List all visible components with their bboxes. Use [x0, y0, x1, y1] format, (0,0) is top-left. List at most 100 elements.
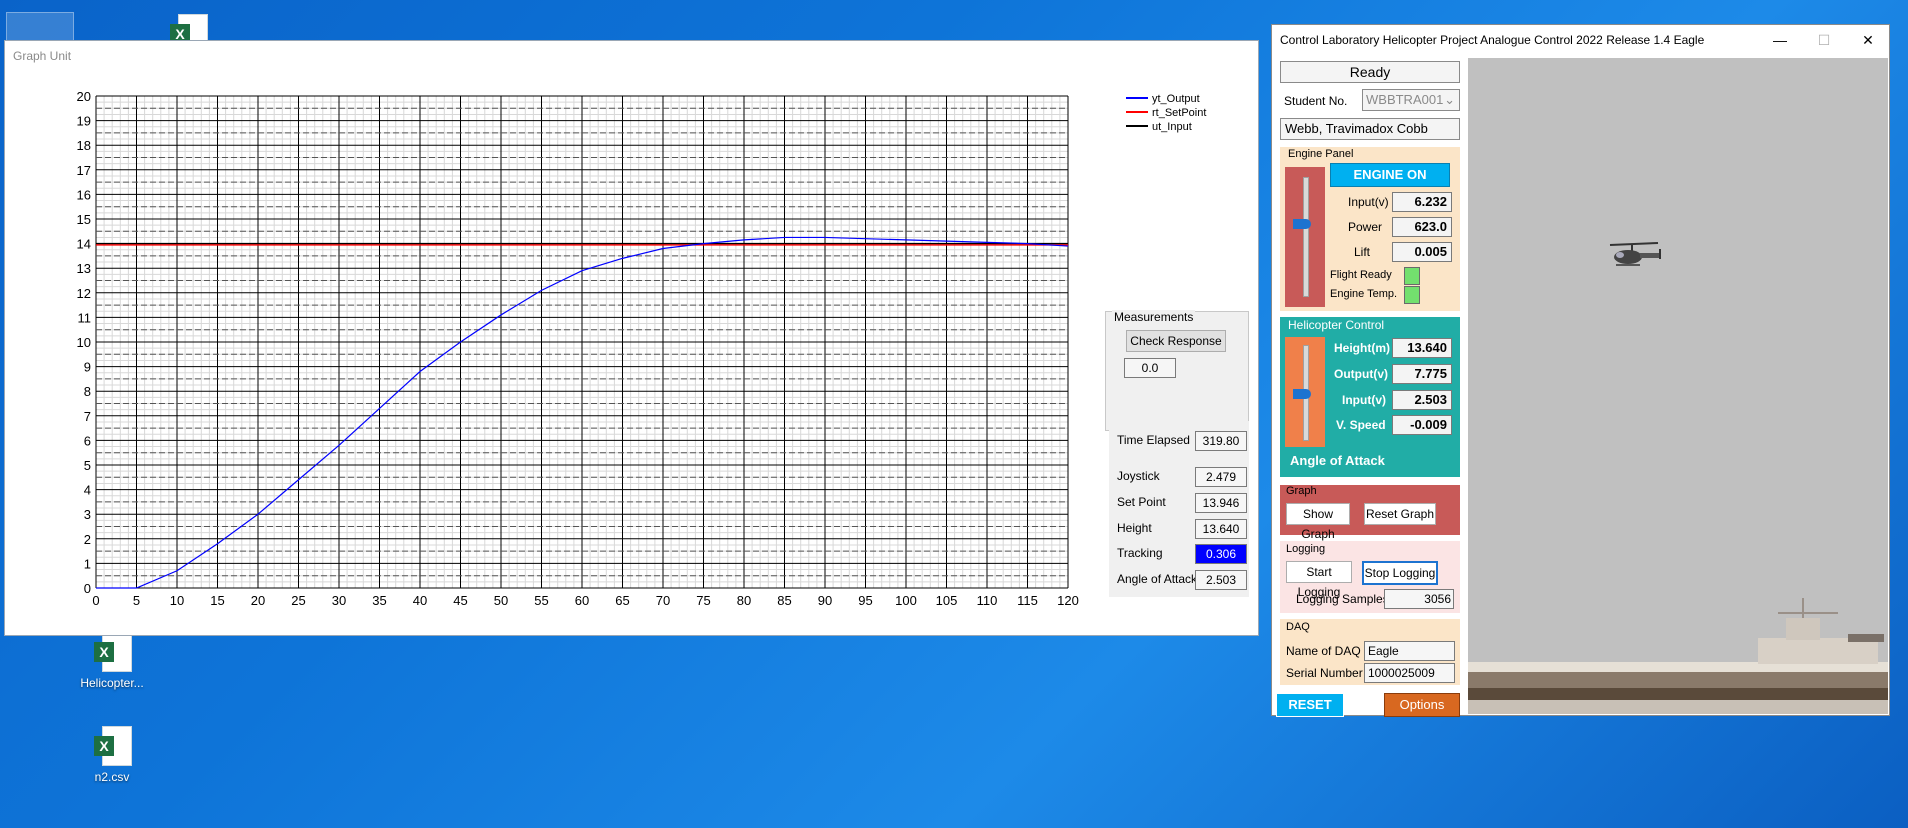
measurements-group: Measurements Check Response 0.0	[1105, 310, 1249, 431]
engine-temp-indicator	[1404, 286, 1420, 304]
joystick-label: Joystick	[1117, 469, 1160, 483]
close-button[interactable]: ✕	[1846, 25, 1890, 55]
engine-input-label: Input(v)	[1348, 195, 1389, 209]
angle-of-attack-value: 2.503	[1195, 570, 1247, 590]
helicopter-control-panel: Helicopter Control Height(m) 13.640 Outp…	[1280, 317, 1460, 477]
tracking-label: Tracking	[1117, 546, 1163, 560]
helicopter-slider-thumb[interactable]	[1293, 389, 1311, 399]
aircraft-carrier-graphic	[1468, 598, 1888, 714]
y-tick-label: 8	[84, 384, 91, 399]
y-tick-label: 0	[84, 581, 91, 596]
logging-samples-label: Logging Samples	[1296, 592, 1389, 606]
student-name-field[interactable]: Webb, Travimadox Cobb	[1280, 118, 1460, 140]
vspeed-label: V. Speed	[1336, 418, 1386, 432]
stats-group: Time Elapsed 319.80 Joystick 2.479 Set P…	[1109, 421, 1249, 597]
legend-label-ut_Input: ut_Input	[1152, 121, 1192, 133]
y-tick-label: 11	[78, 310, 92, 325]
helicopter-slider[interactable]	[1285, 337, 1325, 447]
legend-label-yt_Output: yt_Output	[1152, 93, 1200, 105]
x-tick-label: 65	[615, 593, 629, 608]
excel-icon: X	[94, 726, 132, 766]
height-value: 13.640	[1392, 338, 1452, 358]
logging-panel-title: Logging	[1286, 543, 1326, 555]
x-tick-label: 35	[372, 593, 386, 608]
x-tick-label: 110	[977, 593, 998, 608]
logging-samples-value: 3056	[1384, 589, 1454, 609]
x-tick-label: 115	[1017, 593, 1038, 608]
helicopter-control-title: Helicopter Control	[1288, 318, 1385, 332]
x-tick-label: 120	[1057, 593, 1079, 608]
legend-label-rt_SetPoint: rt_SetPoint	[1152, 107, 1206, 119]
x-tick-label: 60	[575, 593, 589, 608]
student-no-select[interactable]: WBBTRA001 ⌄	[1362, 89, 1460, 111]
y-tick-label: 7	[84, 409, 91, 424]
engine-slider[interactable]	[1285, 167, 1325, 307]
maximize-button[interactable]: ☐	[1802, 25, 1846, 55]
tracking-value: 0.306	[1195, 544, 1247, 564]
desktop-icon-helicopter[interactable]: X Helicopter...	[72, 632, 152, 690]
daq-name-label: Name of DAQ	[1286, 644, 1361, 658]
x-tick-label: 95	[858, 593, 872, 608]
engine-input-value: 6.232	[1392, 192, 1452, 212]
power-label: Power	[1348, 220, 1383, 234]
output-value: 7.775	[1392, 364, 1452, 384]
flight-ready-indicator	[1404, 267, 1420, 285]
helicopter-scene	[1468, 58, 1888, 714]
show-graph-button[interactable]: Show Graph	[1286, 503, 1350, 541]
helicopter-icon	[1609, 242, 1661, 266]
desktop-icon-n2csv[interactable]: X n2.csv	[72, 726, 152, 784]
x-tick-label: 10	[170, 593, 184, 608]
start-logging-button[interactable]: Start Logging	[1286, 561, 1352, 599]
y-tick-label: 1	[84, 556, 91, 571]
x-tick-label: 80	[737, 593, 751, 608]
output-chart: 0 5 10 15 20 25 30 35 40 45 50 55 60 65 70 75 80 85 90 95 10…	[77, 89, 1207, 608]
x-tick-label: 25	[291, 593, 305, 608]
serial-number-label: Serial Number	[1286, 666, 1363, 680]
y-tick-label: 4	[84, 483, 91, 498]
angle-of-attack-label: Angle of Attack	[1290, 453, 1385, 468]
desktop-icon-label: n2.csv	[94, 770, 130, 784]
x-tick-label: 30	[332, 593, 346, 608]
y-tick-label: 16	[77, 187, 91, 202]
y-tick-label: 10	[77, 335, 91, 350]
set-point-value: 13.946	[1195, 493, 1247, 513]
x-tick-label: 5	[133, 593, 140, 608]
reset-button[interactable]: RESET	[1276, 693, 1344, 717]
x-tick-label: 50	[494, 593, 508, 608]
angle-of-attack-label: Angle of Attack	[1117, 572, 1198, 586]
chevron-down-icon: ⌄	[1444, 92, 1455, 107]
engine-slider-thumb[interactable]	[1293, 219, 1311, 229]
lift-label: Lift	[1354, 245, 1371, 259]
x-tick-label: 90	[818, 593, 832, 608]
reset-graph-button[interactable]: Reset Graph	[1364, 503, 1436, 525]
check-response-button[interactable]: Check Response	[1126, 330, 1226, 352]
y-tick-label: 17	[77, 163, 91, 178]
y-tick-label: 20	[77, 89, 91, 104]
desktop-icon-label: Helicopter...	[80, 676, 144, 690]
height-label: Height(m)	[1334, 341, 1390, 355]
student-no-value: WBBTRA001	[1366, 92, 1444, 107]
logging-panel: Logging Start Logging Stop Logging Loggi…	[1280, 541, 1460, 613]
status-field: Ready	[1280, 61, 1460, 83]
graph-window: Graph Unit 0 5 10 15 20 25 30 35 40 45 50 55 60 65 70 7…	[4, 40, 1259, 636]
x-tick-label: 0	[92, 593, 99, 608]
excel-icon: X	[94, 632, 132, 672]
options-button[interactable]: Options	[1384, 693, 1460, 717]
heli-input-label: Input(v)	[1342, 393, 1386, 407]
engine-on-button[interactable]: ENGINE ON	[1330, 163, 1450, 187]
minimize-button[interactable]: —	[1758, 25, 1802, 55]
height-value: 13.640	[1195, 519, 1247, 539]
x-tick-label: 85	[777, 593, 791, 608]
time-elapsed-label: Time Elapsed	[1117, 433, 1190, 447]
lift-value: 0.005	[1392, 242, 1452, 262]
x-tick-label: 55	[534, 593, 548, 608]
y-tick-label: 12	[77, 286, 91, 301]
x-tick-label: 45	[453, 593, 467, 608]
control-window: Control Laboratory Helicopter Project An…	[1271, 24, 1890, 717]
stop-logging-button[interactable]: Stop Logging	[1362, 561, 1438, 585]
y-tick-label: 18	[77, 138, 91, 153]
x-tick-label: 75	[696, 593, 710, 608]
daq-panel: DAQ Name of DAQ Eagle Serial Number 1000…	[1280, 619, 1460, 685]
serial-number-value: 1000025009	[1364, 663, 1455, 683]
engine-temp-label: Engine Temp.	[1330, 288, 1398, 300]
